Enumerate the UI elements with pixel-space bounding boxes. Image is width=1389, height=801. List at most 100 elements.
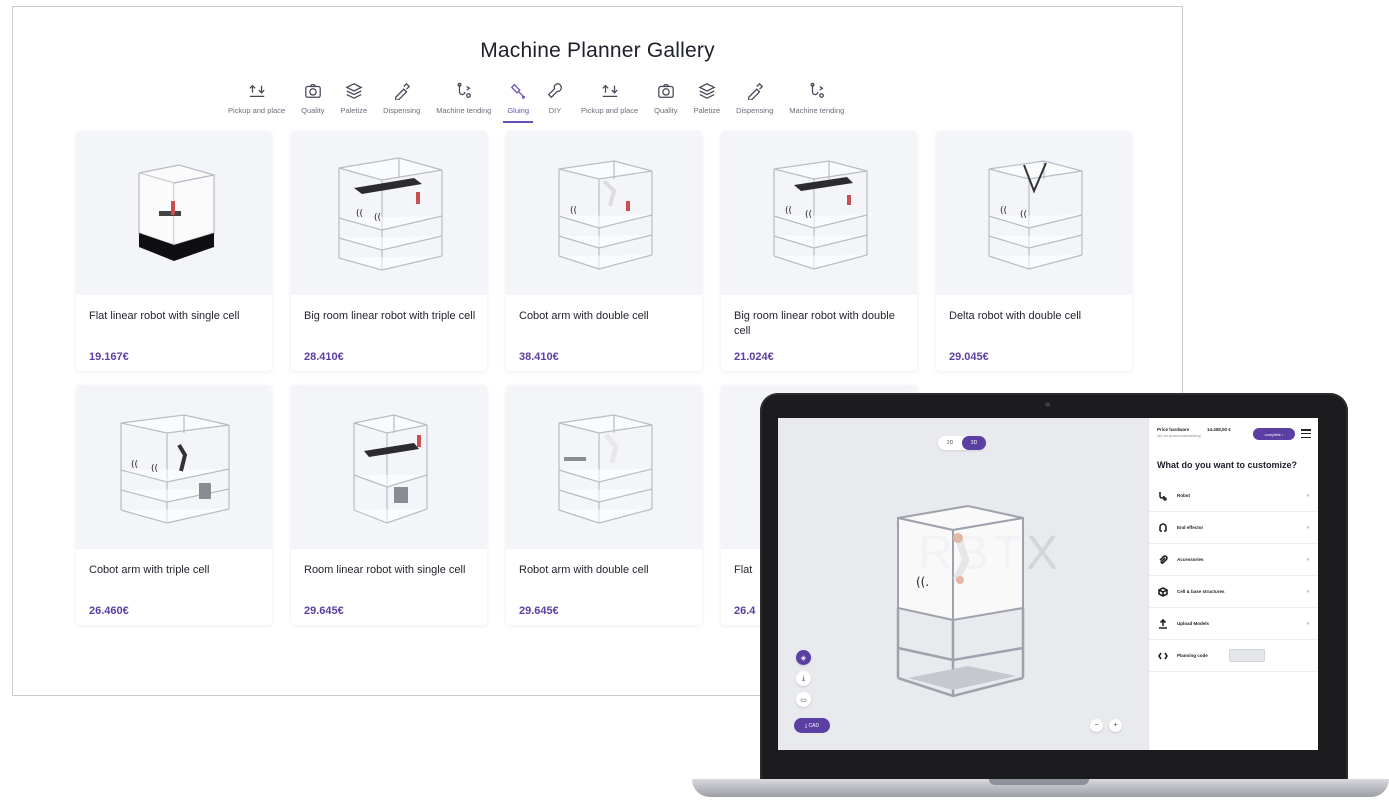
- planning-code-input[interactable]: [1229, 649, 1265, 662]
- option-robot[interactable]: Robot ›: [1149, 480, 1318, 512]
- machine-name: Cobot arm with triple cell: [89, 564, 210, 576]
- machine-card[interactable]: (( Cobot arm with double cell 38.410€: [506, 131, 702, 371]
- machine-card[interactable]: (( (( Big room linear robot with double …: [721, 131, 917, 371]
- tab-dispensing[interactable]: Dispensing: [375, 81, 428, 125]
- customize-options: Robot › End effector › Accessories › Cel…: [1149, 480, 1318, 672]
- tab-paletize[interactable]: Paletize: [332, 81, 375, 125]
- machine-price: 28.410€: [304, 351, 344, 363]
- tab-label: Paletize: [340, 106, 368, 115]
- tab-dispensing-2[interactable]: Dispensing: [728, 81, 781, 125]
- tab-quality-2[interactable]: Quality: [646, 81, 685, 125]
- webcam: [1045, 402, 1050, 407]
- panel-heading: What do you want to customize?: [1157, 460, 1297, 470]
- machine-thumbnail: (( ((: [291, 131, 487, 295]
- option-accessories[interactable]: Accessories ›: [1149, 544, 1318, 576]
- view-mode-toggle[interactable]: 2D 3D: [938, 436, 986, 450]
- option-label: Upload Models: [1177, 621, 1210, 626]
- tab-pickup-and-place-2[interactable]: Pickup and place: [573, 81, 646, 125]
- svg-text:((.: ((.: [916, 575, 929, 589]
- option-label: Planning code: [1177, 653, 1208, 658]
- machine-price: 26.460€: [89, 605, 129, 617]
- svg-text:((: ((: [374, 213, 381, 223]
- tab-machine-tending-2[interactable]: Machine tending: [781, 81, 852, 125]
- layers-icon: [344, 81, 364, 101]
- svg-text:((: ((: [805, 210, 812, 220]
- robot-arm-icon: [454, 81, 474, 101]
- glue-icon: [508, 81, 528, 101]
- chevron-right-icon: ›: [1280, 431, 1284, 437]
- machine-price: 21.024€: [734, 351, 774, 363]
- machine-name: Robot arm with double cell: [519, 564, 649, 576]
- tab-gluing[interactable]: Gluing: [499, 81, 537, 125]
- machine-card[interactable]: Flat linear robot with single cell 19.16…: [76, 131, 272, 371]
- tab-label: Quality: [654, 106, 678, 115]
- camera-icon: [656, 81, 676, 101]
- robot-arm-icon: [807, 81, 827, 101]
- machine-price: 29.045€: [949, 351, 989, 363]
- machine-card[interactable]: (( (( Delta robot with double cell 29.04…: [936, 131, 1132, 371]
- dropper-icon: [745, 81, 765, 101]
- machine-thumbnail: (( ((: [936, 131, 1132, 295]
- price-subtext: incl. set-up and commissioning: [1157, 434, 1201, 438]
- chevron-right-icon: ›: [1307, 620, 1309, 627]
- machine-thumbnail: [76, 131, 272, 295]
- zoom-in-button[interactable]: +: [1109, 719, 1122, 732]
- tab-label: DIY: [548, 106, 562, 115]
- menu-icon[interactable]: [1301, 429, 1311, 438]
- page-title: Machine Planner Gallery: [480, 39, 715, 62]
- tab-paletize-2[interactable]: Paletize: [685, 81, 728, 125]
- option-label: End effector: [1177, 525, 1204, 530]
- machine-thumbnail: (( ((: [721, 131, 917, 295]
- tab-quality[interactable]: Quality: [293, 81, 332, 125]
- configurator-screen: 2D 3D RBTX ((. ◈ ⤓ ▭: [778, 418, 1318, 750]
- paperclip-icon: [1157, 554, 1169, 566]
- tab-label: Machine tending: [789, 106, 845, 115]
- machine-3d-model: ((.: [896, 504, 1025, 698]
- svg-text:((: ((: [1000, 206, 1007, 216]
- cube-icon: [1157, 586, 1169, 598]
- cad-label: CAD: [808, 722, 820, 729]
- option-end-effector[interactable]: End effector ›: [1149, 512, 1318, 544]
- upload-download-icon: [247, 81, 267, 101]
- toggle-3d[interactable]: 3D: [962, 436, 986, 450]
- machine-card[interactable]: (( (( Cobot arm with triple cell 26.460€: [76, 385, 272, 625]
- tab-pickup-and-place[interactable]: Pickup and place: [220, 81, 293, 125]
- machine-thumbnail: ((: [506, 131, 702, 295]
- chevron-right-icon: ›: [1307, 588, 1309, 595]
- cube-view-button[interactable]: ◈: [796, 650, 811, 665]
- machine-thumbnail: [291, 385, 487, 549]
- svg-text:((: ((: [1020, 210, 1027, 220]
- robot-arm-icon: [1157, 490, 1169, 502]
- svg-text:((: ((: [151, 464, 158, 474]
- laptop-notch: [989, 779, 1089, 785]
- toggle-2d[interactable]: 2D: [938, 440, 962, 446]
- price-value: 14.408,00 €: [1207, 427, 1231, 432]
- machine-card[interactable]: Robot arm with double cell 29.645€: [506, 385, 702, 625]
- zoom-out-button[interactable]: −: [1090, 719, 1103, 732]
- tab-label: Pickup and place: [581, 106, 639, 115]
- tab-label: Machine tending: [436, 106, 492, 115]
- machine-card[interactable]: (( (( Big room linear robot with triple …: [291, 131, 487, 371]
- 3d-viewport[interactable]: 2D 3D RBTX ((. ◈ ⤓ ▭: [778, 418, 1148, 750]
- chevron-right-icon: ›: [1307, 492, 1309, 499]
- gripper-icon: [1157, 522, 1169, 534]
- option-cell-base[interactable]: Cell & base structures ›: [1149, 576, 1318, 608]
- complete-label: complete: [1264, 431, 1281, 437]
- layout-view-button[interactable]: ▭: [796, 692, 811, 707]
- chevron-right-icon: ›: [1307, 524, 1309, 531]
- machine-thumbnail: (( ((: [76, 385, 272, 549]
- option-upload-models[interactable]: Upload Models ›: [1149, 608, 1318, 640]
- machine-name: Flat linear robot with single cell: [89, 310, 240, 322]
- machine-price: 38.410€: [519, 351, 559, 363]
- tab-machine-tending[interactable]: Machine tending: [428, 81, 499, 125]
- tab-diy[interactable]: DIY: [537, 81, 573, 125]
- complete-button[interactable]: complete ›: [1253, 428, 1295, 440]
- price-label: Price hardware: [1157, 427, 1190, 432]
- cad-download-button[interactable]: ⤓ CAD: [794, 718, 830, 733]
- wrench-icon: [545, 81, 565, 101]
- upload-icon: [1157, 618, 1169, 630]
- tab-label: Quality: [301, 106, 325, 115]
- download-view-button[interactable]: ⤓: [796, 671, 811, 686]
- tab-label: Dispensing: [383, 106, 421, 115]
- machine-card[interactable]: Room linear robot with single cell 29.64…: [291, 385, 487, 625]
